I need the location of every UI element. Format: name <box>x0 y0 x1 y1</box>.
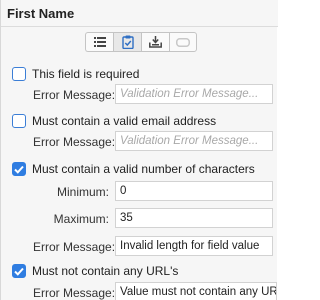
length-label: Must contain a valid number of character… <box>32 162 255 176</box>
length-error-label: Error Message: <box>33 240 116 254</box>
required-checkbox[interactable] <box>12 67 26 81</box>
email-checkbox[interactable] <box>12 114 26 128</box>
email-error-label: Error Message: <box>33 135 116 149</box>
view-toolbar <box>85 32 197 52</box>
list-icon <box>93 37 106 47</box>
checkmark-icon <box>14 165 24 174</box>
list-view-button[interactable] <box>85 32 113 52</box>
email-label: Must contain a valid email address <box>32 114 217 128</box>
checkmark-icon <box>14 267 24 276</box>
max-input[interactable]: 35 <box>115 208 273 228</box>
required-label: This field is required <box>32 67 140 81</box>
email-error-input[interactable]: Validation Error Message... <box>115 131 273 151</box>
validation-view-button[interactable] <box>113 32 141 52</box>
min-input[interactable]: 0 <box>115 181 273 201</box>
import-view-button[interactable] <box>141 32 169 52</box>
max-label: Maximum: <box>53 212 109 226</box>
length-checkbox[interactable] <box>12 162 26 176</box>
panel-title: First Name <box>7 6 75 21</box>
field-validation-panel: First Name This field is required Error … <box>0 0 278 300</box>
no-urls-error-label: Error Message: <box>33 286 116 300</box>
required-error-input[interactable]: Validation Error Message... <box>115 84 273 104</box>
no-urls-label: Must not contain any URL's <box>32 264 179 278</box>
rounded-rect-icon <box>176 37 190 47</box>
required-error-label: Error Message: <box>33 88 116 102</box>
tray-download-icon <box>149 36 162 48</box>
no-urls-checkbox[interactable] <box>12 264 26 278</box>
clipboard-check-icon <box>121 35 134 49</box>
length-error-input[interactable]: Invalid length for field value <box>115 236 273 256</box>
no-urls-error-input[interactable]: Value must not contain any URL's <box>115 282 277 300</box>
panel-header: First Name <box>1 0 278 27</box>
style-view-button[interactable] <box>169 32 197 52</box>
min-label: Minimum: <box>56 185 109 199</box>
